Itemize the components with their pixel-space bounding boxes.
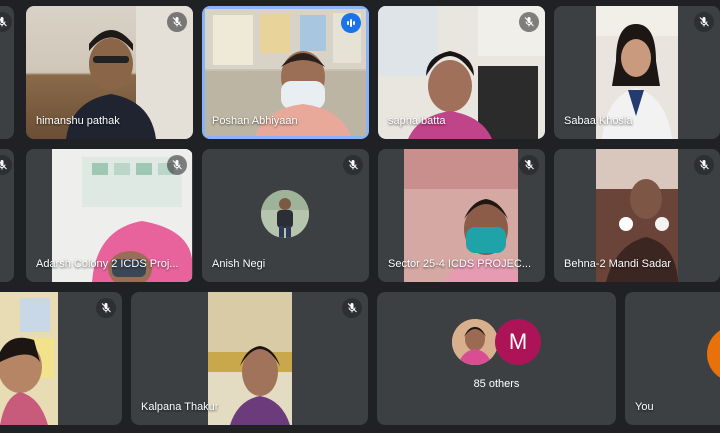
participant-tile-himanshu[interactable]: himanshu pathak [26,6,193,139]
participant-name: Sector 25-4 ICDS PROJEC... [388,258,532,270]
participant-name: Poshan Abhiyaan [212,115,298,127]
participant-tile-behna[interactable]: Behna-2 Mandi Sadar [554,149,720,282]
participant-name: Anish Negi [212,258,266,270]
avatar-letter: M [508,329,528,354]
avatar [452,319,498,365]
participant-name: Adarsh Colony 2 ICDS Proj... [36,258,179,270]
participant-name: Kalpana Thakur [141,401,219,413]
mic-off-icon [96,298,116,318]
mic-off-icon [519,155,539,175]
mic-off-icon [0,12,12,32]
avatar [261,190,309,238]
participant-tile-anish[interactable]: Anish Negi [202,149,369,282]
participant-name: sapna batta [388,115,446,127]
participant-tile-sapna[interactable]: sapna batta [378,6,545,139]
participant-tile[interactable] [0,292,122,425]
participant-name: himanshu pathak [36,115,120,127]
self-tile[interactable]: You [625,292,720,425]
mic-off-icon [167,155,187,175]
participant-tile[interactable] [0,6,14,139]
others-count: 85 others [473,378,520,390]
participant-tile-kalpana[interactable]: Kalpana Thakur [131,292,368,425]
mic-off-icon [343,155,363,175]
participant-name: You [635,401,654,413]
participant-tile-sector25[interactable]: Sector 25-4 ICDS PROJEC... [378,149,545,282]
mic-off-icon [694,12,714,32]
avatar: M [495,319,541,365]
participant-tile-poshan[interactable]: Poshan Abhiyaan [202,6,369,139]
participant-video [0,292,58,425]
participant-video [208,292,292,425]
mic-off-icon [0,155,12,175]
participant-tile-sabaa[interactable]: Sabaa Khosla [554,6,720,139]
participant-tile[interactable] [0,149,14,282]
avatar [707,326,720,382]
others-tile[interactable]: M 85 others [377,292,616,425]
participant-name: Behna-2 Mandi Sadar [564,258,672,270]
participant-tile-adarsh[interactable]: Adarsh Colony 2 ICDS Proj... [26,149,193,282]
mic-off-icon [694,155,714,175]
mic-off-icon [519,12,539,32]
mic-off-icon [342,298,362,318]
participant-name: Sabaa Khosla [564,115,633,127]
mic-off-icon [167,12,187,32]
speaking-indicator-icon [341,13,361,33]
